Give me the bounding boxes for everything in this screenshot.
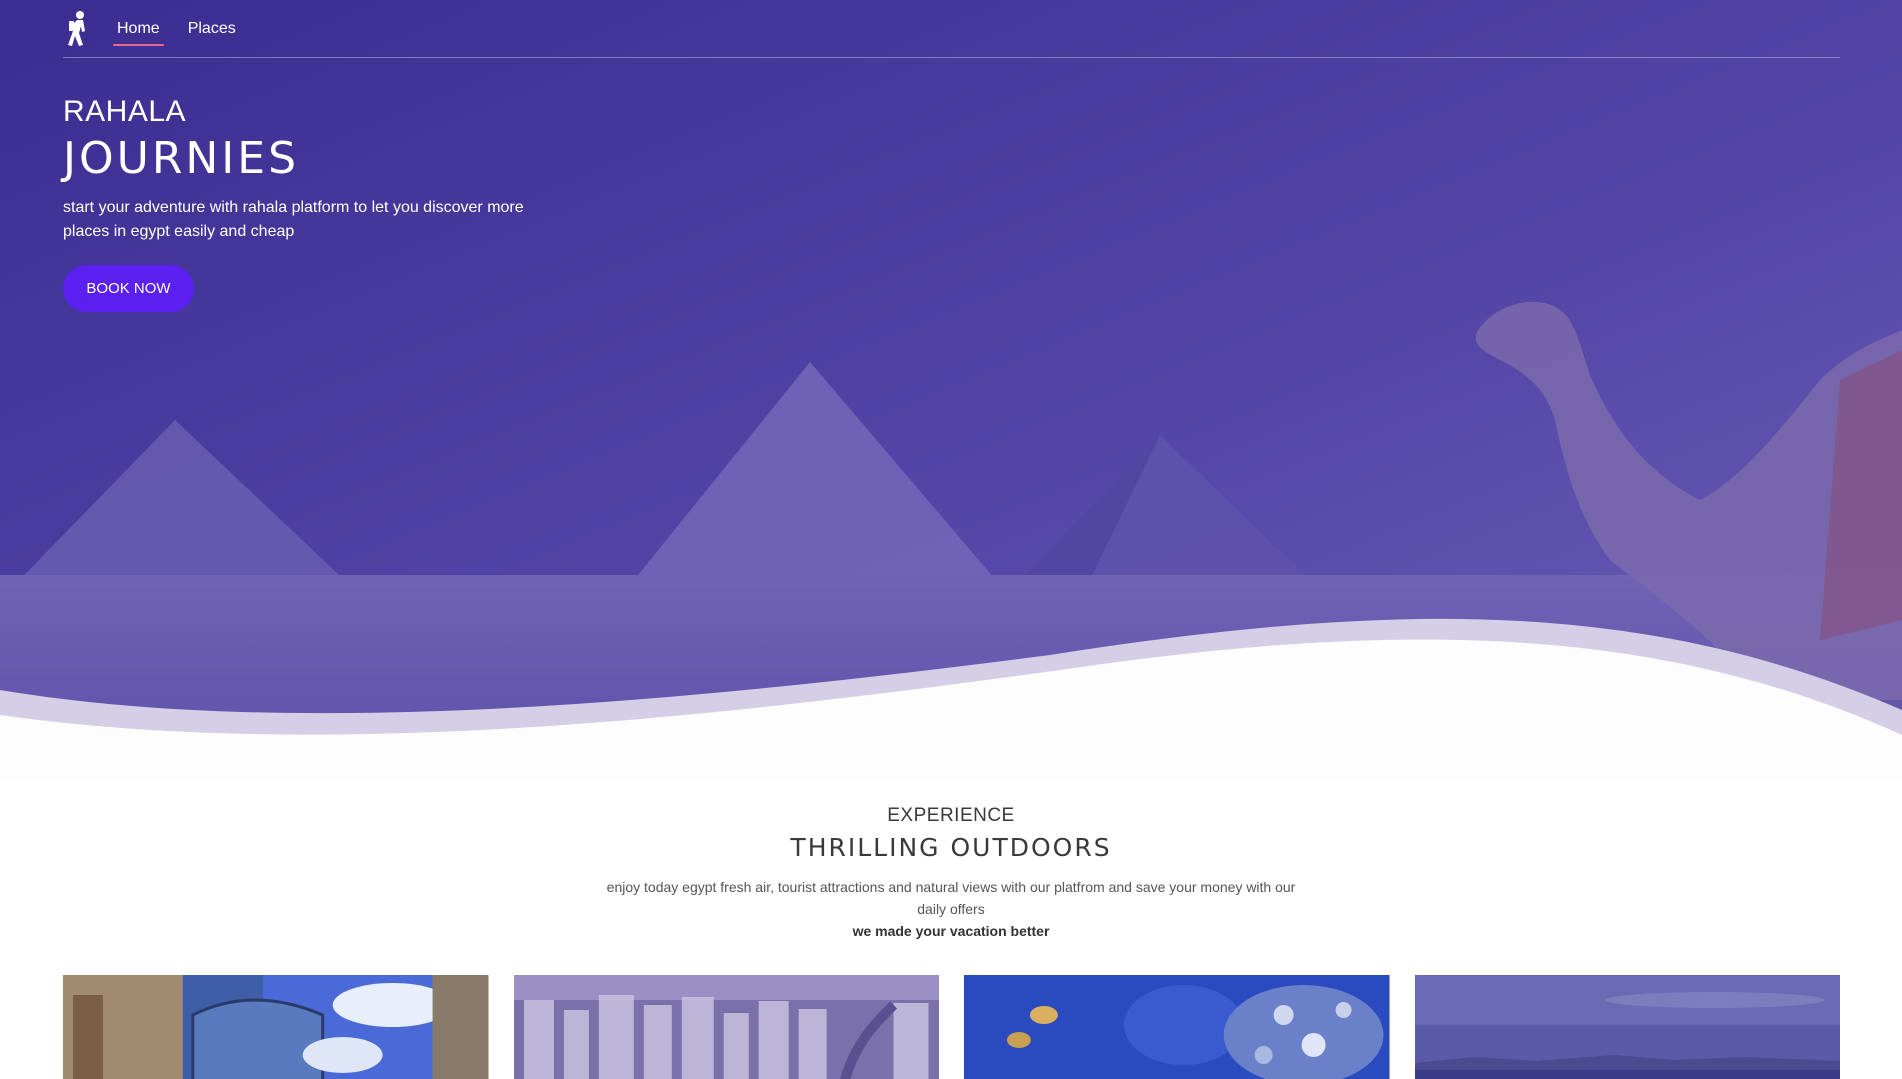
- place-card-old-city[interactable]: [63, 975, 489, 1079]
- experience-tagline: we made your vacation better: [852, 923, 1050, 939]
- hero-title: JOURNIES: [63, 133, 300, 184]
- places-cards: [63, 975, 1840, 1079]
- experience-description: enjoy today egypt fresh air, tourist att…: [606, 879, 1296, 917]
- card-image-sea-horizon: [1414, 975, 1840, 1079]
- hiker-logo-icon[interactable]: [63, 9, 93, 49]
- hero-kicker: RAHALA: [63, 95, 187, 128]
- top-navbar: Home Places: [63, 0, 1840, 58]
- nav-home-link[interactable]: Home: [113, 12, 164, 46]
- experience-section: EXPERIENCE THRILLING OUTDOORS enjoy toda…: [0, 805, 1902, 942]
- experience-kicker: EXPERIENCE: [887, 805, 1015, 826]
- card-image-old-city: [63, 975, 489, 1079]
- card-image-city-skyline: [513, 975, 939, 1079]
- hero-description: start your adventure with rahala platfor…: [63, 199, 524, 240]
- place-card-city-skyline[interactable]: [513, 975, 939, 1079]
- card-image-red-sea-reef: [964, 975, 1390, 1079]
- place-card-sea-horizon[interactable]: [1414, 975, 1840, 1079]
- book-now-button[interactable]: BOOK NOW: [63, 265, 194, 312]
- hero-text-block: RAHALA JOURNIES start your adventure wit…: [63, 95, 543, 244]
- nav-places-link[interactable]: Places: [184, 12, 240, 46]
- experience-title: THRILLING OUTDOORS: [790, 833, 1112, 862]
- place-card-red-sea-reef[interactable]: [964, 975, 1390, 1079]
- hero-section: Home Places RAHALA JOURNIES start your a…: [0, 0, 1902, 780]
